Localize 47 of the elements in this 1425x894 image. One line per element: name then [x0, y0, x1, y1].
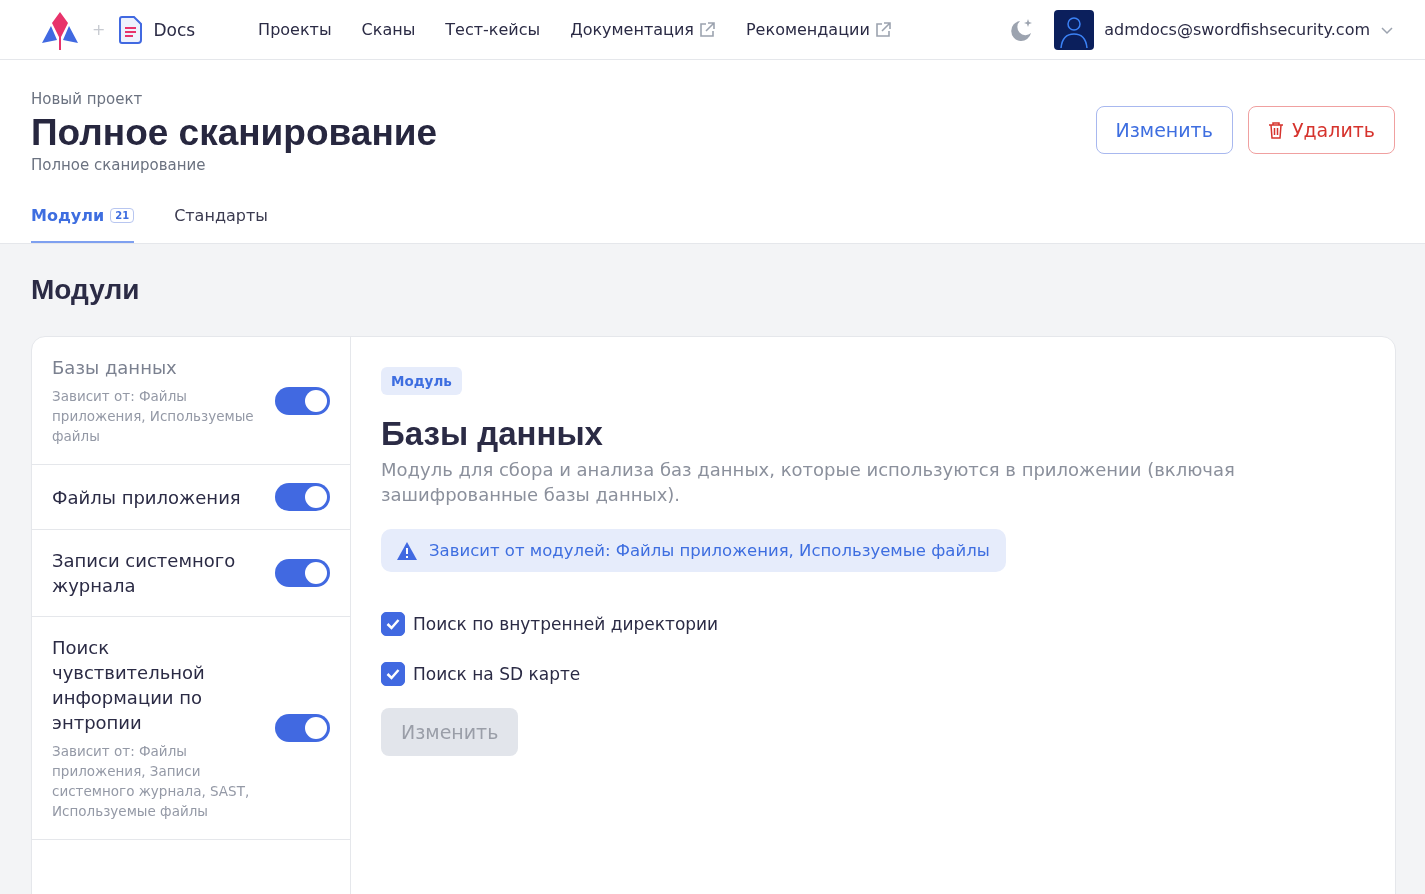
module-item[interactable]: Записи системного журнала: [32, 530, 350, 617]
nav-link[interactable]: Проекты: [243, 20, 347, 39]
product-name: Docs: [153, 19, 196, 40]
tab[interactable]: Стандарты: [174, 202, 268, 243]
page-title: Полное сканирование: [31, 112, 438, 154]
warning-icon: [397, 541, 417, 560]
module-badge: Модуль: [381, 367, 462, 395]
module-name: Записи системного журнала: [52, 549, 237, 598]
module-item[interactable]: Поиск чувствительной информации по энтропии Зависит от: Файлы приложения, Записи системного журнала, SAST, Используемые файлы: [32, 617, 350, 840]
checkbox[interactable]: [381, 612, 405, 636]
delete-button[interactable]: Удалить: [1247, 106, 1395, 154]
option-label[interactable]: Поиск по внутренней директории: [413, 614, 719, 634]
trash-icon: [1267, 121, 1284, 139]
module-name: Файлы приложения: [52, 485, 242, 510]
checkmark-icon: [386, 618, 400, 630]
tab[interactable]: Модули 21: [31, 202, 135, 243]
nav-link[interactable]: Тест-кейсы: [430, 20, 556, 39]
page-subtitle: Полное сканирование: [31, 156, 207, 174]
module-item[interactable]: Файлы приложения: [32, 465, 350, 530]
nav-link[interactable]: Рекомендации: [730, 20, 907, 39]
toggle-switch[interactable]: [275, 714, 330, 742]
module-title: Базы данных: [381, 415, 604, 453]
nav-link[interactable]: Документация: [555, 20, 731, 39]
module-name: Поиск чувствительной информации по энтропии: [52, 636, 206, 735]
option-label[interactable]: Поиск на SD карте: [413, 664, 581, 684]
alert-text: Зависит от модулей: Файлы приложения, Используемые файлы: [429, 541, 990, 560]
toggle-switch[interactable]: [275, 483, 330, 511]
external-link-icon: [873, 20, 892, 39]
module-name: Базы данных: [52, 356, 178, 380]
document-icon: [119, 15, 144, 44]
module-dependencies: Зависит от: Файлы приложения, Используемые файлы: [52, 387, 255, 446]
breadcrumb[interactable]: Новый проект: [31, 90, 438, 108]
avatar-silhouette[interactable]: [1054, 9, 1095, 50]
module-dependencies: Зависит от: Файлы приложения, Записи системного журнала, SAST, Используемые файлы: [52, 742, 251, 821]
toggle-switch[interactable]: [275, 386, 330, 415]
module-item[interactable]: Базы данных Зависит от: Файлы приложения, Используемые файлы: [32, 337, 350, 465]
edit-button[interactable]: Изменить: [1095, 106, 1233, 154]
external-link-icon: [697, 20, 716, 39]
checkbox[interactable]: [381, 662, 405, 686]
checkmark-icon: [386, 668, 400, 680]
module-description: Модуль для сбора и анализа баз данных, которые используются в приложении (включая зашифрованные базы данных).: [381, 458, 1236, 507]
count-badge: 21: [110, 208, 135, 223]
section-title: Модули: [30, 273, 141, 307]
user-email[interactable]: admdocs@swordfishsecurity.com: [1104, 20, 1370, 39]
nav-link[interactable]: Сканы: [346, 20, 431, 39]
plus-sign: +: [92, 20, 106, 39]
toggle-switch[interactable]: [275, 559, 330, 587]
